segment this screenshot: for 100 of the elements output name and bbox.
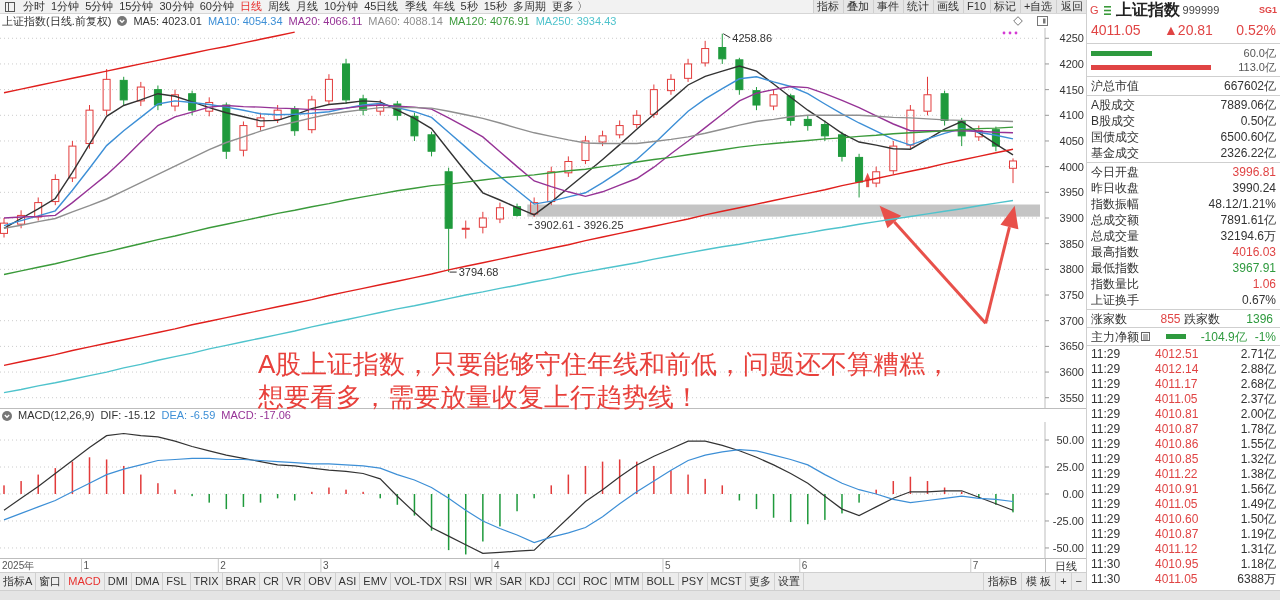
stat-label: 沪总市值 <box>1091 78 1139 95</box>
candlestick <box>205 96 214 117</box>
toolbar-button[interactable]: 叠加 <box>842 0 873 13</box>
tick-amount: 1.55亿 <box>1240 435 1276 453</box>
stat-label: 最低指数 <box>1091 260 1139 277</box>
toolbar-button[interactable]: 统计 <box>902 0 933 13</box>
histogram-bar <box>755 494 758 510</box>
sidebar-toggle-icon[interactable] <box>5 1 15 12</box>
axis-label: 25.00 <box>1056 461 1084 473</box>
more-icon[interactable] <box>1002 31 1018 35</box>
candlestick <box>342 58 351 105</box>
price-label: 3794.68 <box>458 266 499 279</box>
tick-price: 4012.51 <box>1155 345 1199 363</box>
histogram-bar <box>242 494 245 507</box>
candlestick <box>1009 157 1017 184</box>
breadth-label: 跌家数 <box>1183 310 1220 328</box>
tick-price: 4010.91 <box>1155 480 1199 498</box>
ma-legend: MA120: 4076.91 <box>448 15 530 27</box>
histogram-bar <box>618 459 621 494</box>
candlestick <box>598 130 607 147</box>
change-percent: 0.52% <box>1236 20 1276 40</box>
stat-label: 最高指数 <box>1091 244 1139 261</box>
toolbar-button[interactable]: +自选 <box>1019 0 1056 13</box>
period-tab[interactable]: 10分钟 <box>321 1 362 12</box>
toolbar-button[interactable]: 标记 <box>989 0 1020 13</box>
period-tab[interactable]: 15分钟 <box>116 1 157 12</box>
period-tab[interactable]: 1分钟 <box>48 1 83 12</box>
table-icon[interactable] <box>1141 332 1150 341</box>
period-tab[interactable]: 分时 <box>20 1 48 12</box>
period-tab[interactable]: 季线 <box>401 1 430 12</box>
candlestick <box>51 173 60 206</box>
panel-icon[interactable] <box>1037 16 1048 26</box>
axis-label: 3 <box>322 560 329 571</box>
period-tab[interactable]: 年线 <box>429 1 458 12</box>
toolbar-button[interactable]: 指标 <box>812 0 843 13</box>
tick-time: 11:29 <box>1091 390 1122 408</box>
period-tab[interactable]: 多周期 <box>509 1 549 12</box>
ma-legend: MA250: 3934.43 <box>535 15 617 27</box>
diamond-icon[interactable] <box>1013 16 1023 26</box>
axis-label: 3900 <box>1059 212 1084 224</box>
period-tab[interactable]: 45日线 <box>361 1 402 12</box>
candlestick <box>495 202 504 224</box>
histogram-bar <box>772 494 775 518</box>
axis-label: 4050 <box>1059 134 1084 147</box>
axis-label: 2 <box>220 560 226 571</box>
period-tab[interactable]: 日线 <box>237 1 265 12</box>
period-tab[interactable]: 周线 <box>265 1 293 12</box>
tick-price: 4012.14 <box>1155 360 1199 378</box>
change-value: ▲20.81 <box>1164 20 1213 40</box>
chevron-circle-icon[interactable] <box>117 16 128 26</box>
period-tab[interactable]: 5分钟 <box>82 1 117 12</box>
candlestick <box>171 89 179 112</box>
candlestick <box>872 166 881 188</box>
year-label: 2025年 <box>2 560 35 571</box>
candlestick <box>324 73 333 105</box>
tick-price: 4010.85 <box>1155 450 1199 468</box>
histogram-bar <box>943 487 946 494</box>
indicator-legend: DIF: -15.12 <box>100 410 156 421</box>
breadth-label: 涨家数 <box>1091 310 1127 328</box>
tick-price: 4011.12 <box>1155 540 1198 558</box>
tick-time: 11:29 <box>1091 495 1122 513</box>
period-tab[interactable]: 30分钟 <box>156 1 197 12</box>
candlestick <box>735 57 744 96</box>
stat-value: 0.67% <box>1241 292 1276 309</box>
axis-label: 4150 <box>1059 83 1084 96</box>
histogram-bar <box>54 468 57 494</box>
histogram-bar <box>396 494 399 505</box>
tick-amount: 1.49亿 <box>1240 495 1276 513</box>
toolbar-button[interactable]: F10 <box>962 0 990 13</box>
candlestick <box>376 99 385 116</box>
breadth-value: 855 <box>1160 310 1181 328</box>
histogram-bar <box>909 476 912 494</box>
toolbar-button[interactable]: 返回 <box>1056 0 1086 13</box>
volume-value: 60.0亿 <box>1243 47 1276 59</box>
tick-time: 11:29 <box>1091 510 1122 528</box>
stat-label: 昨日收盘 <box>1091 180 1139 197</box>
histogram-bar <box>430 494 433 531</box>
candlestick <box>940 90 949 127</box>
list-icon[interactable] <box>1103 5 1111 15</box>
toolbar-button[interactable]: 事件 <box>872 0 903 13</box>
stat-value: 48.12/1.21% <box>1208 196 1276 213</box>
candlestick <box>478 211 487 234</box>
period-tab[interactable]: 月线 <box>293 1 321 12</box>
toolbar-button[interactable]: 画线 <box>932 0 963 13</box>
axis-label: -25.00 <box>1052 515 1084 527</box>
period-tab[interactable]: 5秒 <box>457 1 481 12</box>
axis-label: 0.00 <box>1062 488 1084 500</box>
chevron-circle-icon[interactable] <box>2 410 12 421</box>
stat-value: 3996.81 <box>1232 164 1276 181</box>
candlestick <box>786 93 795 127</box>
stat-label: B股成交 <box>1091 113 1135 130</box>
period-tab[interactable]: 15秒 <box>480 1 510 12</box>
net-flow-percent: -1% <box>1254 328 1276 346</box>
period-tab[interactable]: 60分钟 <box>196 1 237 12</box>
period-tab[interactable]: 更多 〉 <box>548 1 591 12</box>
tick-amount: 1.50亿 <box>1240 510 1276 528</box>
tick-time: 11:29 <box>1091 480 1122 498</box>
stat-value: 6500.60亿 <box>1220 129 1276 146</box>
candlestick <box>666 73 675 96</box>
stat-label: 上证换手 <box>1091 292 1139 309</box>
